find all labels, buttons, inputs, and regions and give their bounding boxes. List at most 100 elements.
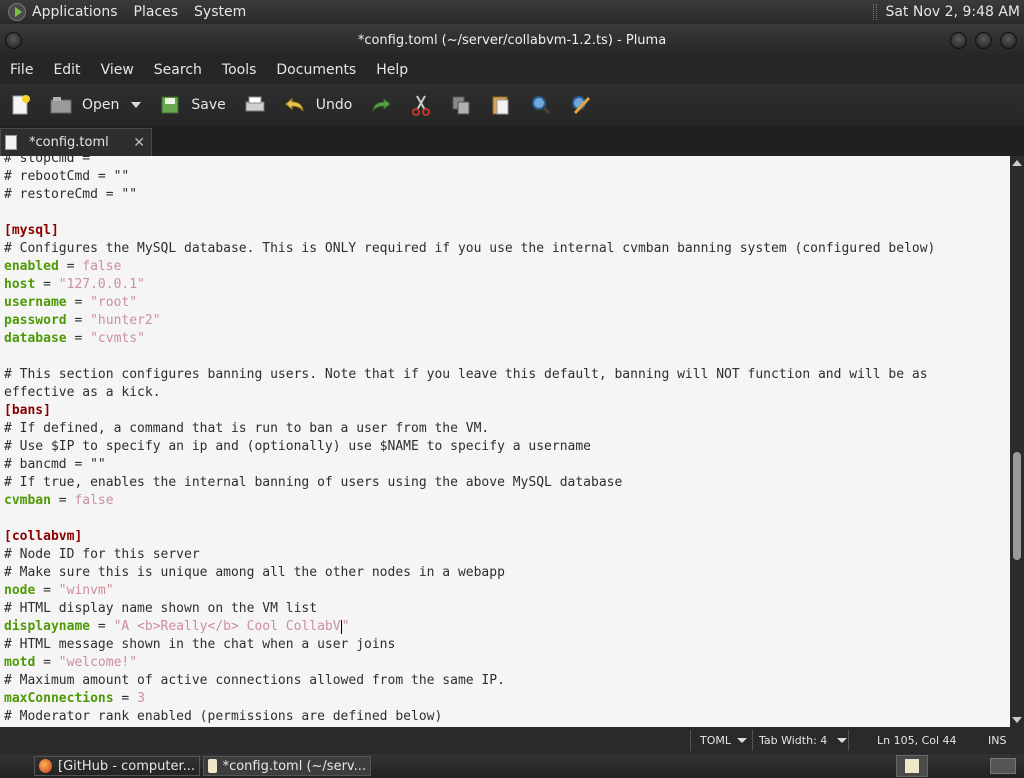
mate-logo-icon[interactable] [8,3,26,21]
redo-button[interactable] [370,94,392,116]
code-line[interactable]: # Make sure this is unique among all the… [4,564,505,582]
clock[interactable]: Sat Nov 2, 9:48 AM [885,4,1020,20]
undo-button[interactable]: Undo [284,94,352,116]
language-label: TOML [700,734,731,747]
code-line[interactable]: maxConnections = 3 [4,690,145,708]
code-line[interactable]: # Use $IP to specify an ip and (optional… [4,438,591,456]
config-key: cvmban [4,493,51,508]
code-text: = [66,313,91,328]
find-replace-icon [570,94,592,116]
window-titlebar[interactable]: *config.toml (~/server/collabvm-1.2.ts) … [0,24,1024,56]
menu-edit[interactable]: Edit [43,62,90,78]
system-menu[interactable]: System [194,4,246,20]
copy-button[interactable] [450,94,472,116]
tab-width-selector[interactable]: Tab Width: 4 [759,730,848,751]
code-line[interactable]: password = "hunter2" [4,312,161,330]
language-selector[interactable]: TOML [700,730,747,751]
show-desktop-icon[interactable] [990,758,1016,774]
config-key: database [4,331,67,346]
config-value: "hunter2" [90,313,161,328]
config-section: [bans] [4,403,51,418]
close-tab-icon[interactable]: ✕ [133,135,145,151]
code-line[interactable]: cvmban = false [4,492,114,510]
code-line[interactable]: # If defined, a command that is run to b… [4,420,489,438]
taskbar-item-firefox[interactable]: [GitHub - computer... [34,756,200,776]
menu-help[interactable]: Help [366,62,418,78]
code-line[interactable]: effective as a kick. [4,384,161,402]
menu-file[interactable]: File [0,62,43,78]
code-text: = [58,259,83,274]
menu-view[interactable]: View [91,62,144,78]
scrollbar-thumb[interactable] [1013,452,1021,560]
code-line[interactable]: username = "root" [4,294,137,312]
code-text: # Node ID for this server [4,547,200,562]
code-text: = [66,331,91,346]
workspace-switcher-icon[interactable] [896,755,928,777]
code-line[interactable]: [bans] [4,402,51,420]
code-line[interactable]: # stopCmd = "" [4,156,114,168]
code-line[interactable]: # rebootCmd = "" [4,168,129,186]
menu-tools[interactable]: Tools [212,62,267,78]
taskbar-item-pluma[interactable]: *config.toml (~/serv... [203,756,371,776]
code-text: # bancmd = "" [4,457,106,472]
code-line[interactable]: displayname = "A <b>Really</b> Cool Coll… [4,618,349,636]
code-line[interactable]: enabled = false [4,258,121,276]
maximize-button[interactable] [975,32,992,49]
cut-button[interactable] [410,94,432,116]
insert-mode: INS [988,730,1006,751]
code-text: = [90,619,114,634]
vertical-scrollbar[interactable] [1010,156,1024,727]
scroll-down-icon[interactable] [1012,717,1022,723]
code-line[interactable]: # Moderator rank enabled (permissions ar… [4,708,442,726]
new-button[interactable] [10,94,32,116]
code-line[interactable]: # HTML display name shown on the VM list [4,600,317,618]
code-text: # restoreCmd = "" [4,187,138,202]
minimize-button[interactable] [950,32,967,49]
text-editor[interactable]: # stopCmd = "" # rebootCmd = "" # restoreC… [0,156,1010,727]
code-text: = [50,493,75,508]
config-value: "A <b>Really</b> Cool CollabV [113,619,341,634]
code-line[interactable]: # Configures the MySQL database. This is… [4,240,935,258]
cursor-position-text: Ln 105, Col 44 [877,734,957,747]
tab-config-toml[interactable]: *config.toml ✕ [0,128,152,156]
code-line[interactable]: host = "127.0.0.1" [4,276,145,294]
window-menu-button[interactable] [5,32,22,49]
code-line[interactable]: database = "cvmts" [4,330,145,348]
menu-documents[interactable]: Documents [266,62,366,78]
save-button[interactable]: Save [159,94,226,116]
code-text: = [35,655,59,670]
code-line[interactable]: # This section configures banning users.… [4,366,928,384]
code-line[interactable]: # Maximum amount of active connections a… [4,672,505,690]
paste-button[interactable] [490,94,512,116]
code-line[interactable]: # HTML message shown in the chat when a … [4,636,395,654]
config-key: username [4,295,67,310]
applications-menu[interactable]: Applications [32,4,118,20]
code-line[interactable]: # Node ID for this server [4,546,200,564]
recent-files-dropdown-icon[interactable] [131,102,142,108]
config-value: "cvmts" [90,331,145,346]
menu-search[interactable]: Search [144,62,212,78]
save-icon [159,94,181,116]
code-line[interactable]: [mysql] [4,222,59,240]
scroll-up-icon[interactable] [1012,160,1022,166]
code-text: # rebootCmd = "" [4,169,130,184]
code-line[interactable]: # restoreCmd = "" [4,186,137,204]
code-text: # stopCmd = "" [4,156,114,166]
taskbar-item-label: [GitHub - computer... [58,758,195,774]
config-value: "root" [90,295,138,310]
code-line[interactable]: # If true, enables the internal banning … [4,474,622,492]
open-button[interactable]: Open [50,94,119,116]
replace-button[interactable] [570,94,592,116]
find-button[interactable] [530,94,552,116]
code-line[interactable]: motd = "welcome!" [4,654,137,672]
code-line[interactable]: [collabvm] [4,528,82,546]
toolbar: Open Save Undo [0,84,1024,126]
save-label: Save [191,97,226,113]
print-button[interactable] [244,94,266,116]
code-line[interactable]: # bancmd = "" [4,456,106,474]
places-menu[interactable]: Places [134,4,179,20]
code-text: # If true, enables the internal banning … [4,475,623,490]
close-button[interactable] [1000,32,1017,49]
code-line[interactable]: node = "winvm" [4,582,114,600]
open-folder-icon [50,94,72,116]
